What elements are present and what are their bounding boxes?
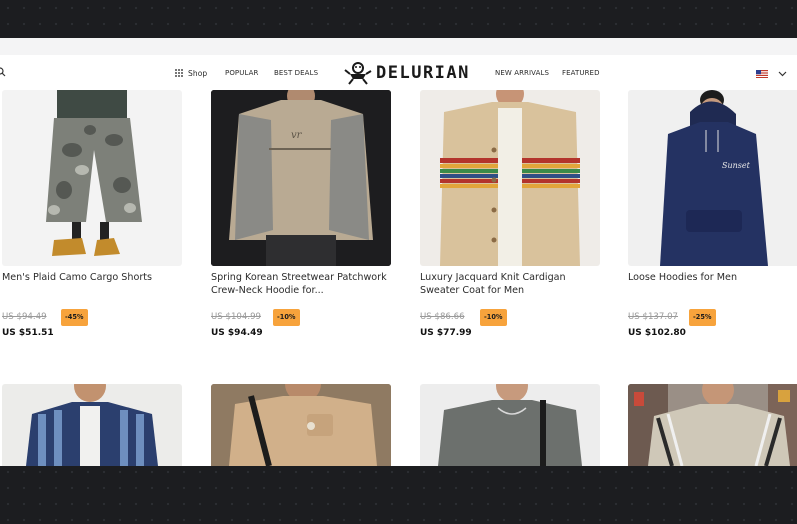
product-title[interactable]: Spring Korean Streetwear Patchwork Crew-… [211,272,391,298]
nav-new-arrivals[interactable]: NEW ARRIVALS [495,69,549,77]
sale-price: US $51.51 [2,328,54,338]
product-image[interactable] [420,90,600,266]
site-header: Shop POPULAR BEST DEALS DELURIAN NEW ARR… [0,55,797,90]
original-price: US $137.07 [628,312,679,322]
nav-popular[interactable]: POPULAR [225,69,259,77]
price-row: US $86.66 -10% [420,309,600,327]
price-row: US $94.49 -45% [2,309,182,327]
product-image[interactable]: vr [211,90,391,266]
sale-price: US $77.99 [420,328,472,338]
mascot-icon [344,62,372,85]
product-image[interactable]: Sunset [628,90,797,266]
discount-badge: -25% [689,309,716,326]
nav-shop[interactable]: Shop [188,69,207,78]
discount-badge: -45% [61,309,88,326]
product-title[interactable]: Men's Plaid Camo Cargo Shorts [2,272,182,298]
chevron-down-icon[interactable] [778,69,787,78]
nav-best-deals[interactable]: BEST DEALS [274,69,318,77]
product-card[interactable]: Sunset Loose Hoodies for Men US $137.07 … [628,90,797,338]
product-image[interactable] [2,90,182,266]
original-price: US $86.66 [420,312,465,322]
discount-badge: -10% [480,309,507,326]
product-image[interactable] [628,384,797,466]
product-card[interactable]: Men's Plaid Camo Cargo Shorts US $94.49 … [2,90,182,338]
product-image[interactable] [2,384,182,466]
original-price: US $94.49 [2,312,47,322]
top-strip [0,38,797,55]
svg-text:vr: vr [291,130,303,141]
svg-text:Sunset: Sunset [722,161,751,170]
product-title[interactable]: Loose Hoodies for Men [628,272,797,298]
us-flag-icon[interactable] [756,70,768,78]
original-price: US $104.99 [211,312,262,322]
discount-badge: -10% [273,309,300,326]
grid-icon [175,69,183,77]
search-icon[interactable] [0,67,6,77]
product-image[interactable] [211,384,391,466]
product-card[interactable]: vr Spring Korean Streetwear Patchwork Cr… [211,90,391,338]
product-card[interactable]: Luxury Jacquard Knit Cardigan Sweater Co… [420,90,600,338]
site-logo[interactable]: DELURIAN [344,61,470,85]
price-row: US $104.99 -10% [211,309,391,327]
price-row: US $137.07 -25% [628,309,797,327]
sale-price: US $94.49 [211,328,263,338]
nav-featured[interactable]: FEATURED [562,69,600,77]
product-image[interactable] [420,384,600,466]
logo-text: DELURIAN [376,63,470,83]
sale-price: US $102.80 [628,328,686,338]
product-title[interactable]: Luxury Jacquard Knit Cardigan Sweater Co… [420,272,600,298]
